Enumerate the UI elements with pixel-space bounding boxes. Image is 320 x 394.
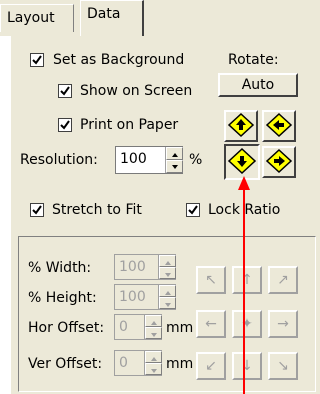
rotate-label: Rotate: [228, 52, 279, 68]
arrow-up-right-icon: ↗ [277, 272, 289, 288]
stretch-to-fit-checkbox[interactable] [30, 203, 44, 217]
set-as-background-checkbox[interactable] [30, 53, 44, 67]
spin-down-icon [151, 333, 157, 337]
spin-up-icon [172, 153, 178, 157]
arrow-right-icon [265, 148, 293, 174]
height-label: % Height: [28, 290, 97, 306]
checkmark-icon [188, 205, 198, 215]
arrow-down-icon [227, 147, 257, 175]
spin-down-icon [172, 165, 178, 169]
hor-offset-spinner[interactable] [144, 315, 162, 339]
align-bottom-left-button[interactable]: ↙ [196, 352, 226, 380]
checkmark-icon [60, 120, 70, 130]
align-left-button[interactable]: ← [196, 310, 226, 338]
arrow-up-left-icon: ↖ [205, 272, 217, 288]
lock-ratio-checkbox[interactable] [186, 203, 200, 217]
spin-down-icon [165, 273, 171, 277]
checkmark-icon [32, 205, 42, 215]
set-as-background-label: Set as Background [53, 52, 185, 68]
annotation-arrow-icon [238, 176, 250, 394]
height-spinner[interactable] [158, 285, 176, 309]
tab-bar: Layout Data [0, 0, 320, 36]
rotate-down-button[interactable] [224, 144, 260, 180]
rotate-right-button[interactable] [262, 146, 296, 178]
show-on-screen-label: Show on Screen [80, 83, 193, 99]
hor-offset-unit: mm [166, 320, 194, 336]
align-bottom-right-button[interactable]: ↘ [268, 352, 298, 380]
width-spinner[interactable] [158, 255, 176, 279]
spin-down-icon [151, 369, 157, 373]
rotate-left-button[interactable] [262, 110, 296, 142]
stretch-to-fit-label: Stretch to Fit [52, 202, 142, 218]
arrow-down-right-icon: ↘ [277, 358, 289, 374]
tab-layout[interactable]: Layout [0, 4, 74, 32]
tab-data[interactable]: Data [80, 0, 144, 36]
resolution-spinner[interactable] [165, 147, 183, 173]
align-right-button[interactable]: → [268, 310, 298, 338]
rotate-up-button[interactable] [224, 110, 258, 142]
rotate-auto-button[interactable]: Auto [218, 73, 298, 97]
resolution-unit: % [189, 152, 203, 168]
arrow-left-icon [265, 112, 293, 138]
align-top-right-button[interactable]: ↗ [268, 266, 298, 294]
checkmark-icon [60, 86, 70, 96]
arrow-right-icon: → [277, 316, 289, 332]
ver-offset-label: Ver Offset: [28, 356, 103, 372]
show-on-screen-checkbox[interactable] [58, 84, 72, 98]
resolution-label: Resolution: [20, 152, 98, 168]
spin-down-icon [165, 303, 171, 307]
arrow-up-icon [227, 112, 255, 138]
align-top-left-button[interactable]: ↖ [196, 266, 226, 294]
arrow-down-left-icon: ↙ [205, 358, 217, 374]
checkmark-icon [32, 55, 42, 65]
ver-offset-unit: mm [166, 356, 194, 372]
ver-offset-spinner[interactable] [144, 351, 162, 375]
print-on-paper-checkbox[interactable] [58, 118, 72, 132]
hor-offset-label: Hor Offset: [28, 320, 105, 336]
print-on-paper-label: Print on Paper [80, 117, 179, 133]
arrow-left-icon: ← [205, 316, 217, 332]
width-label: % Width: [28, 260, 92, 276]
